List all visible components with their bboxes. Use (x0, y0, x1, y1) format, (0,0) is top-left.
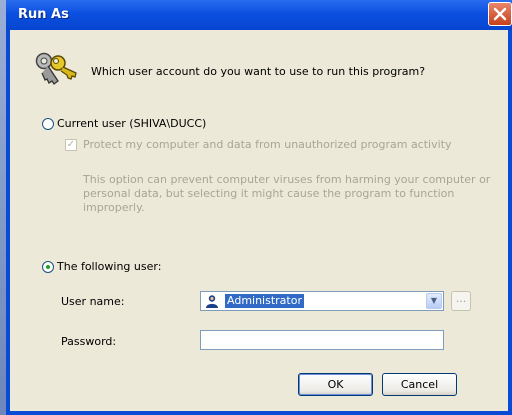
cancel-button[interactable]: Cancel (382, 373, 457, 396)
password-field[interactable] (200, 330, 444, 350)
run-as-dialog: Run As Which user account do you want to… (6, 0, 512, 415)
browse-button[interactable]: ... (451, 291, 471, 311)
user-icon (206, 295, 218, 308)
title-bar[interactable]: Run As (6, 0, 512, 30)
following-user-label[interactable]: The following user: (57, 260, 161, 273)
user-name-value[interactable]: Administrator (225, 294, 304, 308)
window-title: Run As (18, 7, 69, 22)
question-text: Which user account do you want to use to… (91, 65, 426, 78)
user-name-combobox[interactable]: Administrator ▼ (200, 291, 444, 311)
keys-icon (35, 52, 77, 85)
ok-button[interactable]: OK (298, 373, 373, 396)
dialog-body: Which user account do you want to use to… (10, 30, 508, 411)
protect-checkbox[interactable]: ✓ (65, 139, 77, 151)
protect-label: Protect my computer and data from unauth… (83, 138, 452, 151)
password-label: Password: (61, 335, 117, 348)
protect-description: This option can prevent computer viruses… (83, 173, 491, 214)
close-button[interactable] (488, 2, 512, 26)
chevron-down-icon[interactable]: ▼ (426, 293, 442, 309)
following-user-radio[interactable] (42, 261, 54, 273)
user-name-label: User name: (61, 295, 125, 308)
current-user-radio[interactable] (42, 118, 54, 130)
current-user-label[interactable]: Current user (SHIVA\DUCC) (57, 117, 206, 130)
close-icon (493, 7, 507, 21)
